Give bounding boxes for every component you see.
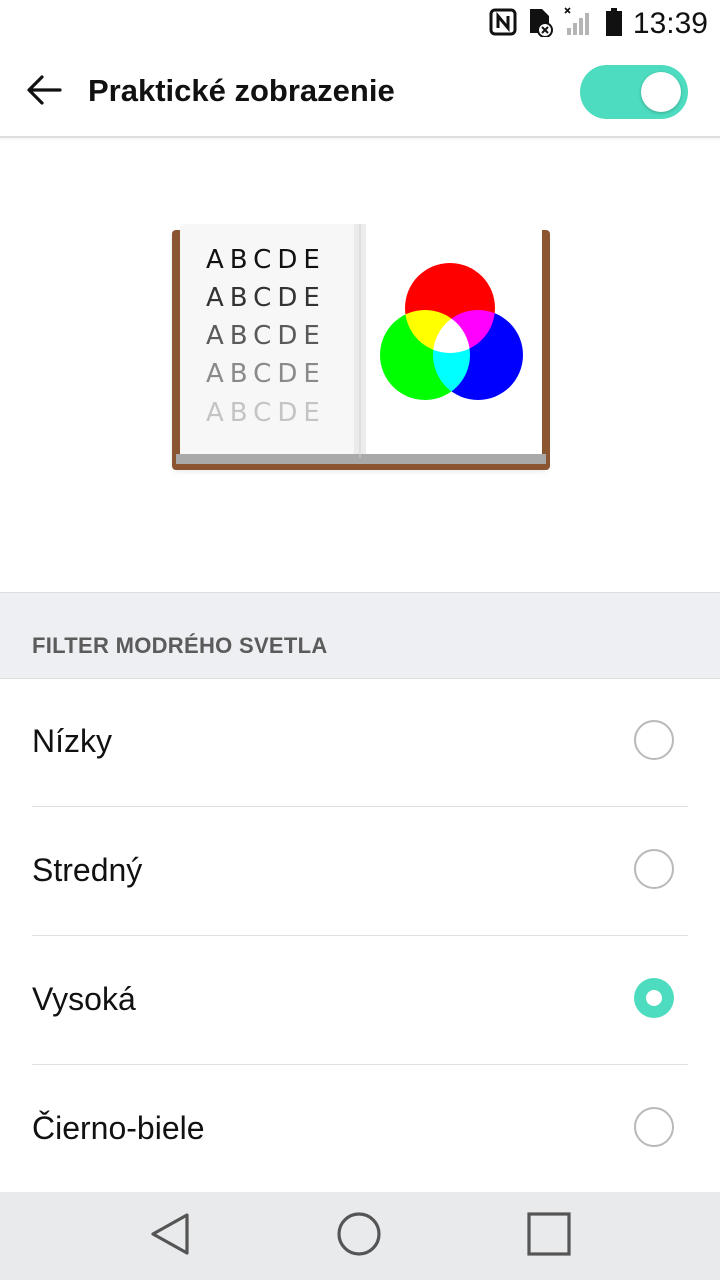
recents-nav-icon	[525, 1210, 573, 1263]
option-stredny[interactable]: Stredný	[0, 807, 720, 935]
page-title: Praktické zobrazenie	[88, 73, 395, 108]
signal-icon	[563, 6, 595, 42]
option-label: Čierno-biele	[32, 1110, 205, 1146]
back-button[interactable]	[22, 70, 66, 114]
clock: 13:39	[632, 7, 708, 40]
option-nizky[interactable]: Nízky	[0, 678, 720, 806]
option-cierno-biele[interactable]: Čierno-biele	[0, 1065, 720, 1193]
nav-recents-button[interactable]	[521, 1208, 577, 1264]
section-header-bar: FILTER MODRÉHO SVETLA	[0, 592, 720, 679]
radio-button[interactable]	[634, 849, 674, 889]
radio-button-selected[interactable]	[634, 978, 674, 1018]
option-vysoka[interactable]: Vysoká	[0, 936, 720, 1064]
arrow-left-icon	[26, 74, 62, 111]
battery-icon	[605, 7, 623, 42]
toggle-knob	[641, 72, 681, 112]
letter-row: ABCDE	[206, 283, 326, 313]
navigation-bar	[0, 1192, 720, 1280]
radio-button[interactable]	[634, 720, 674, 760]
option-label: Nízky	[32, 723, 112, 759]
option-label: Vysoká	[32, 981, 136, 1017]
letter-row: ABCDE	[206, 321, 326, 351]
letter-row: ABCDE	[206, 359, 326, 389]
nav-back-button[interactable]	[142, 1208, 198, 1264]
main-toggle[interactable]	[580, 65, 688, 119]
letter-row: ABCDE	[206, 245, 326, 275]
sim-error-icon	[527, 7, 553, 42]
radio-button[interactable]	[634, 1107, 674, 1147]
nfc-icon	[489, 8, 517, 41]
back-nav-icon	[147, 1211, 193, 1262]
status-icons: 13:39	[489, 6, 708, 42]
option-label: Stredný	[32, 852, 143, 888]
status-bar: 13:39	[0, 0, 720, 48]
nav-home-button[interactable]	[331, 1208, 387, 1264]
section-header: FILTER MODRÉHO SVETLA	[32, 633, 328, 658]
book-illustration: ABCDE ABCDE ABCDE ABCDE ABCDE	[160, 218, 560, 480]
letter-row: ABCDE	[206, 398, 326, 428]
app-bar: Praktické zobrazenie	[0, 48, 720, 138]
home-nav-icon	[335, 1210, 383, 1263]
